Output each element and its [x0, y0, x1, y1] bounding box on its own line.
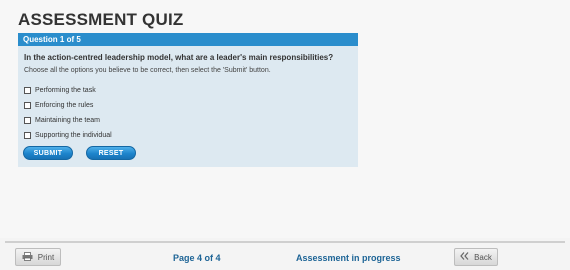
option-label[interactable]: Enforcing the rules	[35, 102, 93, 109]
option-maintaining-team[interactable]: Maintaining the team	[24, 113, 358, 128]
checkbox[interactable]	[24, 102, 31, 109]
question-text: In the action-centred leadership model, …	[24, 53, 334, 62]
option-enforcing-rules[interactable]: Enforcing the rules	[24, 98, 358, 113]
page-indicator: Page 4 of 4	[173, 253, 221, 263]
option-label[interactable]: Performing the task	[35, 87, 96, 94]
page-title: ASSESSMENT QUIZ	[18, 10, 184, 29]
back-label: Back	[474, 252, 492, 262]
content-area: ASSESSMENT QUIZ Question 1 of 5 In the a…	[0, 0, 570, 238]
quiz-panel: Question 1 of 5 In the action-centred le…	[18, 33, 358, 167]
option-label[interactable]: Supporting the individual	[35, 132, 112, 139]
option-supporting-individual[interactable]: Supporting the individual	[24, 128, 358, 143]
footer-bar: Print Page 4 of 4 Assessment in progress…	[0, 238, 570, 270]
checkbox[interactable]	[24, 132, 31, 139]
back-button[interactable]: Back	[454, 248, 498, 266]
reset-button[interactable]: RESET	[86, 146, 136, 160]
checkbox[interactable]	[24, 117, 31, 124]
double-chevron-left-icon	[460, 252, 469, 262]
printer-icon	[22, 251, 33, 263]
submit-button[interactable]: SUBMIT	[23, 146, 73, 160]
quiz-buttons: SUBMIT RESET	[23, 146, 136, 160]
option-performing-task[interactable]: Performing the task	[24, 83, 358, 98]
instructions-text: Choose all the options you believe to be…	[24, 67, 271, 74]
option-label[interactable]: Maintaining the team	[35, 117, 100, 124]
checkbox[interactable]	[24, 87, 31, 94]
status-text: Assessment in progress	[296, 253, 401, 263]
question-counter: Question 1 of 5	[18, 33, 358, 46]
footer-divider	[5, 241, 565, 243]
options-list: Performing the task Enforcing the rules …	[18, 74, 358, 143]
print-label: Print	[37, 252, 55, 262]
print-button[interactable]: Print	[15, 248, 61, 266]
